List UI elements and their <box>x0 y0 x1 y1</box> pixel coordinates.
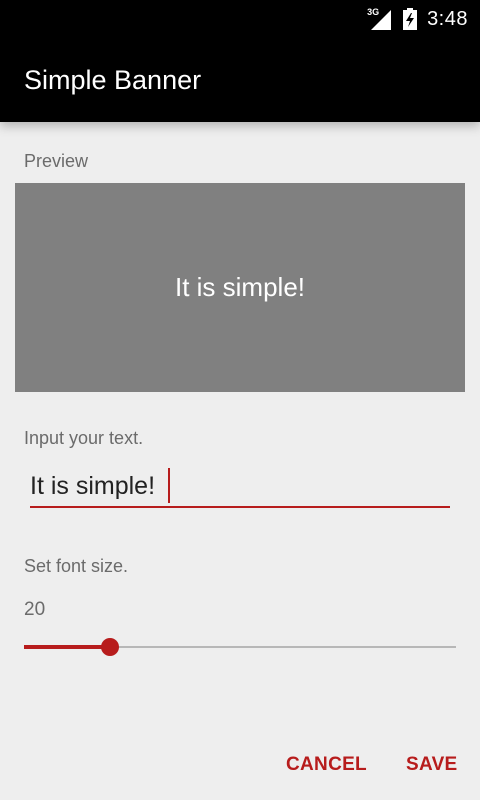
font-size-value: 20 <box>24 599 46 620</box>
status-bar: 3G 3:48 <box>0 0 480 38</box>
input-label: Input your text. <box>24 428 144 448</box>
battery-charging-icon <box>403 8 418 30</box>
status-icons: 3G 3:48 <box>367 0 468 38</box>
banner-preview: It is simple! <box>15 183 465 392</box>
slider-thumb[interactable] <box>101 638 119 656</box>
page-title: Simple Banner <box>24 65 202 95</box>
font-size-label: Set font size. <box>24 556 129 576</box>
preview-text: It is simple! <box>174 272 306 302</box>
banner-text-input[interactable] <box>30 466 450 508</box>
cancel-button[interactable]: CANCEL <box>286 748 367 782</box>
text-cursor <box>168 468 170 503</box>
save-button[interactable]: SAVE <box>406 748 458 782</box>
slider-fill <box>24 645 110 649</box>
font-size-slider[interactable] <box>24 632 456 662</box>
app-toolbar: Simple Banner <box>0 38 480 122</box>
clock: 3:48 <box>427 7 468 30</box>
preview-label: Preview <box>24 151 89 171</box>
signal-icon: 3G <box>367 6 393 32</box>
